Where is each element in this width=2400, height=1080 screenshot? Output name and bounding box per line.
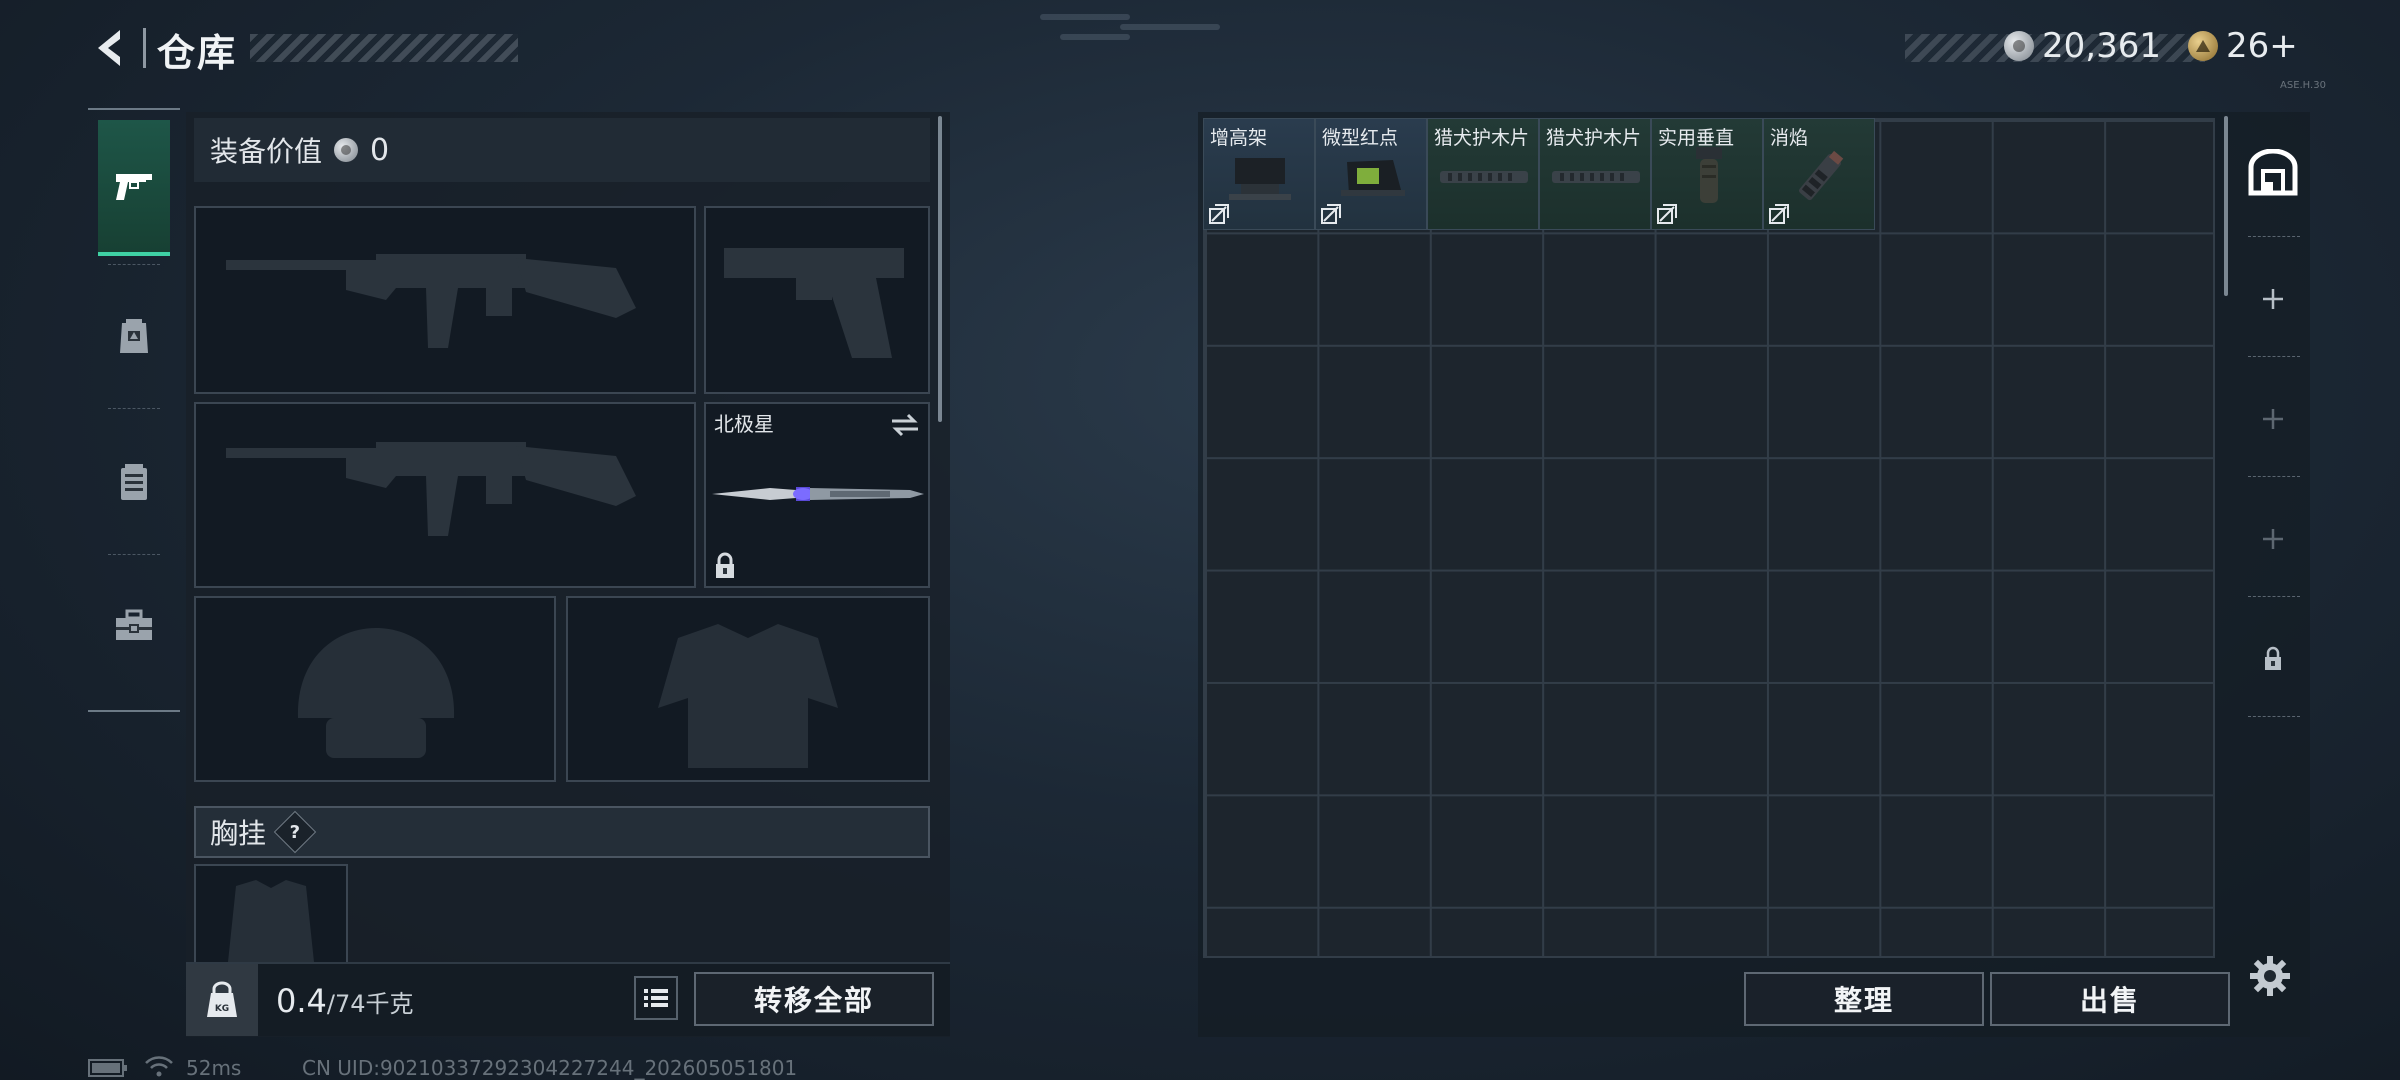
toolbox-icon xyxy=(116,609,152,640)
armor-slot[interactable] xyxy=(566,596,930,782)
equipment-value: 0 xyxy=(370,132,390,168)
equipment-value-bar: 装备价值 0 xyxy=(194,118,930,182)
primary-weapon-slot-1[interactable] xyxy=(194,206,696,394)
weight-capacity: /74 xyxy=(326,990,366,1018)
gold-currency[interactable]: 26+ xyxy=(2188,26,2298,66)
unbound-flag-icon xyxy=(1209,204,1229,224)
equipment-scrollbar[interactable] xyxy=(938,116,942,422)
chest-rig-header: 胸挂 ? xyxy=(194,806,930,858)
unbound-flag-icon xyxy=(1321,204,1341,224)
handguard-panel-icon xyxy=(1440,171,1528,183)
chest-rig-slot[interactable] xyxy=(194,864,348,964)
stash-item-handguard-1[interactable]: 猎犬护木片 xyxy=(1427,118,1539,230)
pistol-icon xyxy=(116,174,152,200)
sell-button[interactable]: 出售 xyxy=(1990,972,2230,1026)
melee-name: 北极星 xyxy=(714,412,774,436)
weight-icon-box: KG xyxy=(186,964,258,1036)
gear-icon xyxy=(2250,956,2290,996)
vertical-grip-icon xyxy=(1696,147,1722,203)
weight-readout: 0.4/74千克 xyxy=(276,982,414,1020)
stash-icon xyxy=(2248,149,2298,196)
riser-mount-icon xyxy=(1229,158,1291,200)
tab-weapons[interactable] xyxy=(98,120,170,256)
gold-amount: 26+ xyxy=(2226,26,2298,66)
back-arrow-icon xyxy=(98,30,120,66)
item-name: 增高架 xyxy=(1210,127,1268,149)
rifle-silhouette-icon xyxy=(226,442,636,536)
item-name: 猎犬护木片 xyxy=(1546,127,1642,149)
helmet-silhouette-icon xyxy=(297,628,455,758)
item-name: 猎犬护木片 xyxy=(1434,127,1530,149)
tab-gear[interactable] xyxy=(98,268,170,404)
plus-icon xyxy=(2263,529,2283,549)
tab-stash-main[interactable] xyxy=(2236,114,2310,232)
item-name: 微型红点 xyxy=(1322,127,1399,149)
wifi-icon xyxy=(145,1056,173,1077)
stash-item-handguard-2[interactable]: 猎犬护木片 xyxy=(1539,118,1651,230)
left-tab-rail xyxy=(88,108,180,712)
stash-item-vertical-grip[interactable]: 实用垂直 xyxy=(1651,118,1763,230)
tab-add-container-1[interactable] xyxy=(2236,240,2310,358)
container-tab-rail xyxy=(2236,112,2310,724)
flash-hider-icon xyxy=(1799,150,1844,201)
chest-rig-label: 胸挂 xyxy=(210,817,267,850)
melee-slot[interactable]: 北极星 xyxy=(704,402,930,588)
gold-coin-icon xyxy=(2188,31,2218,61)
tab-toolbox[interactable] xyxy=(98,558,170,694)
stash-grid[interactable] xyxy=(1203,118,2215,958)
stash-item-riser[interactable]: 增高架 xyxy=(1203,118,1315,230)
uid-label: CN UID:90210337292304227244_202605051801 xyxy=(302,1056,798,1080)
list-icon xyxy=(644,989,668,1007)
stash-scrollbar[interactable] xyxy=(2224,116,2228,296)
pistol-silhouette-icon xyxy=(724,248,904,358)
tab-locked-container[interactable] xyxy=(2236,600,2310,718)
armor-silhouette-icon xyxy=(658,624,838,768)
title-decoration xyxy=(250,34,518,62)
title-divider xyxy=(143,28,146,68)
plus-icon xyxy=(2263,289,2283,309)
page-title: 仓库 xyxy=(157,31,238,75)
knife-icon xyxy=(712,487,924,501)
primary-weapon-slot-2[interactable] xyxy=(194,402,696,588)
backpack-icon xyxy=(120,319,148,353)
unbound-flag-icon xyxy=(1657,204,1677,224)
tab-add-container-3[interactable] xyxy=(2236,480,2310,598)
help-button[interactable]: ? xyxy=(273,810,317,854)
help-label: ? xyxy=(289,821,301,843)
rifle-silhouette-icon xyxy=(226,254,636,348)
transfer-all-button[interactable]: 转移全部 xyxy=(694,972,934,1026)
handguard-panel-icon xyxy=(1552,171,1640,183)
lock-icon xyxy=(2265,646,2281,670)
back-button[interactable] xyxy=(84,22,136,74)
rig-icon xyxy=(121,464,147,500)
red-dot-sight-icon xyxy=(1341,160,1405,196)
silver-currency[interactable]: 20,361 xyxy=(2004,26,2161,66)
swap-icon[interactable] xyxy=(890,412,920,438)
chest-rig-silhouette-icon xyxy=(228,880,314,962)
sort-button[interactable]: 整理 xyxy=(1744,972,1984,1026)
list-view-button[interactable] xyxy=(634,976,678,1020)
stash-item-flash-hider[interactable]: 消焰 xyxy=(1763,118,1875,230)
unbound-flag-icon xyxy=(1769,204,1789,224)
lock-icon xyxy=(716,552,734,578)
kg-badge: KG xyxy=(215,1004,229,1014)
ping-readout: 52ms xyxy=(186,1056,242,1080)
tab-vest[interactable] xyxy=(98,414,170,550)
weight-current: 0.4 xyxy=(276,982,327,1020)
corner-label: ASE.H.30 xyxy=(2280,80,2326,91)
value-coin-icon xyxy=(334,138,359,162)
battery-icon xyxy=(88,1059,127,1077)
helmet-slot[interactable] xyxy=(194,596,556,782)
tab-add-container-2[interactable] xyxy=(2236,360,2310,478)
equipment-value-label: 装备价值 xyxy=(210,135,323,168)
kettlebell-icon: KG xyxy=(207,981,237,1017)
silver-coin-icon xyxy=(2004,31,2034,61)
settings-button[interactable] xyxy=(2248,954,2292,998)
pistol-slot[interactable] xyxy=(704,206,930,394)
plus-icon xyxy=(2263,409,2283,429)
silver-amount: 20,361 xyxy=(2042,26,2161,66)
weight-unit: 千克 xyxy=(365,990,414,1018)
stash-item-red-dot[interactable]: 微型红点 xyxy=(1315,118,1427,230)
